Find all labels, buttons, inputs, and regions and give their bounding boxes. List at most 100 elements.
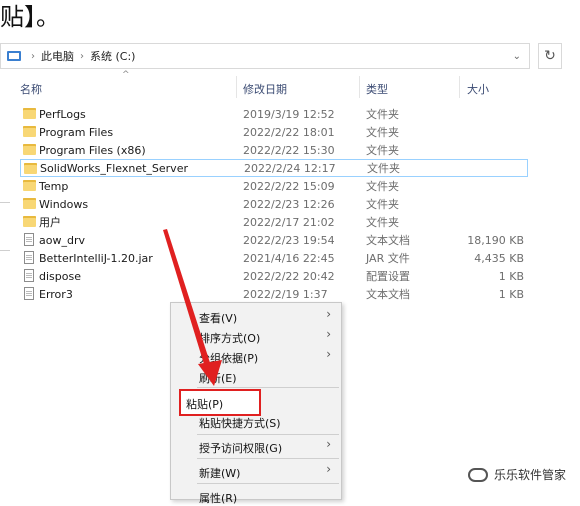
file-name: Program Files (x86)	[39, 143, 146, 157]
file-row[interactable]: Program Files 2022/2/22 18:01 文件夹	[20, 123, 528, 141]
chevron-right-icon: ›	[326, 437, 331, 451]
file-size: 1 KB	[498, 269, 524, 283]
file-type: 文件夹	[366, 180, 399, 193]
file-type: 文件夹	[366, 144, 399, 157]
file-type: 文件夹	[366, 126, 399, 139]
wechat-icon	[468, 467, 488, 482]
file-date: 2022/2/22 15:30	[243, 143, 335, 157]
folder-icon	[24, 163, 37, 174]
address-bar[interactable]: › 此电脑 › 系统 (C:) ⌄	[0, 43, 530, 69]
chevron-right-icon: ›	[326, 327, 331, 341]
folder-icon	[23, 180, 36, 191]
chevron-right-icon: ›	[326, 347, 331, 361]
file-date: 2022/2/22 15:09	[243, 179, 335, 193]
file-row[interactable]: SolidWorks_Flexnet_Server 2022/2/24 12:17…	[20, 159, 528, 177]
file-row[interactable]: aow_drv 2022/2/23 19:54 文本文档 18,190 KB	[20, 231, 528, 249]
menu-item-paste[interactable]: 粘贴(P)	[186, 396, 223, 412]
file-name: 用户	[39, 216, 61, 229]
file-date: 2021/4/16 22:45	[243, 251, 335, 265]
menu-item-group[interactable]: 分组依据(P)	[199, 350, 258, 366]
file-name: PerfLogs	[39, 107, 86, 121]
file-size: 4,435 KB	[474, 251, 524, 265]
file-size: 18,190 KB	[467, 233, 524, 247]
chevron-right-icon: ›	[326, 462, 331, 476]
this-pc-icon	[7, 51, 21, 61]
menu-item-sort[interactable]: 排序方式(O)	[199, 330, 260, 346]
file-date: 2022/2/24 12:17	[244, 161, 336, 175]
column-divider[interactable]	[359, 76, 360, 98]
column-header-size[interactable]: 大小	[467, 80, 489, 98]
menu-item-view[interactable]: 查看(V)	[199, 310, 237, 326]
refresh-button[interactable]: ↻	[538, 43, 562, 69]
chevron-right-icon: ›	[326, 307, 331, 321]
file-row[interactable]: Program Files (x86) 2022/2/22 15:30 文件夹	[20, 141, 528, 159]
menu-separator	[197, 458, 339, 459]
watermark-text: 乐乐软件管家	[494, 468, 567, 482]
file-row[interactable]: Temp 2022/2/22 15:09 文件夹	[20, 177, 528, 195]
folder-icon	[23, 216, 36, 227]
file-type: 文件夹	[366, 216, 399, 229]
menu-item-properties[interactable]: 属性(R)	[199, 490, 237, 506]
breadcrumb-system-c[interactable]: 系统 (C:)	[90, 48, 135, 64]
file-row[interactable]: 用户 2022/2/17 21:02 文件夹	[20, 213, 528, 231]
file-type: 文件夹	[367, 162, 400, 175]
menu-item-refresh[interactable]: 刷新(E)	[199, 370, 237, 386]
file-row[interactable]: BetterIntelliJ-1.20.jar 2021/4/16 22:45 JA…	[20, 249, 528, 267]
file-icon	[24, 269, 34, 282]
file-name: Windows	[39, 197, 89, 211]
divider	[0, 250, 10, 251]
refresh-icon: ↻	[544, 48, 556, 64]
breadcrumb-this-pc[interactable]: 此电脑	[41, 48, 74, 64]
file-name: dispose	[39, 269, 81, 283]
file-date: 2022/2/22 20:42	[243, 269, 335, 283]
column-divider[interactable]	[236, 76, 237, 98]
file-date: 2022/2/22 18:01	[243, 125, 335, 139]
file-icon	[24, 287, 34, 300]
folder-icon	[23, 144, 36, 155]
file-type: 文件夹	[366, 108, 399, 121]
file-type: 文本文档	[366, 234, 410, 247]
chevron-right-icon[interactable]: ›	[31, 51, 35, 62]
divider	[0, 202, 10, 203]
file-name: Program Files	[39, 125, 114, 139]
menu-item-paste-shortcut[interactable]: 粘贴快捷方式(S)	[199, 415, 281, 431]
file-icon	[24, 251, 34, 264]
sort-up-icon: ^	[122, 70, 130, 80]
menu-separator	[197, 483, 339, 484]
file-type: 文件夹	[366, 198, 399, 211]
file-name: aow_drv	[39, 233, 85, 247]
file-date: 2022/2/17 21:02	[243, 215, 335, 229]
file-row[interactable]: Windows 2022/2/23 12:26 文件夹	[20, 195, 528, 213]
file-type: JAR 文件	[366, 252, 410, 265]
menu-item-give-access[interactable]: 授予访问权限(G)	[199, 440, 282, 456]
file-row[interactable]: PerfLogs 2019/3/19 12:52 文件夹	[20, 105, 528, 123]
file-date: 2022/2/23 19:54	[243, 233, 335, 247]
file-size: 1 KB	[498, 287, 524, 301]
file-row[interactable]: dispose 2022/2/22 20:42 配置设置 1 KB	[20, 267, 528, 285]
column-divider[interactable]	[459, 76, 460, 98]
menu-separator	[197, 387, 339, 388]
column-header-name[interactable]: 名称	[20, 80, 42, 98]
column-header-type[interactable]: 类型	[366, 80, 388, 98]
file-name: Temp	[39, 179, 69, 193]
file-name: SolidWorks_Flexnet_Server	[40, 161, 188, 175]
caption-fragment: 贴】。	[0, 3, 60, 31]
folder-icon	[23, 108, 36, 119]
file-row[interactable]: Error3 2022/2/19 1:37 文本文档 1 KB	[20, 285, 528, 303]
chevron-down-icon[interactable]: ⌄	[513, 51, 521, 62]
chevron-right-icon[interactable]: ›	[80, 51, 84, 62]
menu-separator	[197, 434, 339, 435]
file-type: 文本文档	[366, 288, 410, 301]
folder-icon	[23, 198, 36, 209]
watermark: 乐乐软件管家	[468, 466, 566, 483]
paste-highlight-box[interactable]: 粘贴(P)	[179, 389, 261, 416]
menu-item-new[interactable]: 新建(W)	[199, 465, 240, 481]
file-type: 配置设置	[366, 270, 410, 283]
file-date: 2022/2/19 1:37	[243, 287, 328, 301]
file-icon	[24, 233, 34, 246]
file-date: 2019/3/19 12:52	[243, 107, 335, 121]
file-name: Error3	[39, 287, 73, 301]
file-name: BetterIntelliJ-1.20.jar	[39, 251, 153, 265]
column-header-modified[interactable]: 修改日期	[243, 80, 287, 98]
folder-icon	[23, 126, 36, 137]
